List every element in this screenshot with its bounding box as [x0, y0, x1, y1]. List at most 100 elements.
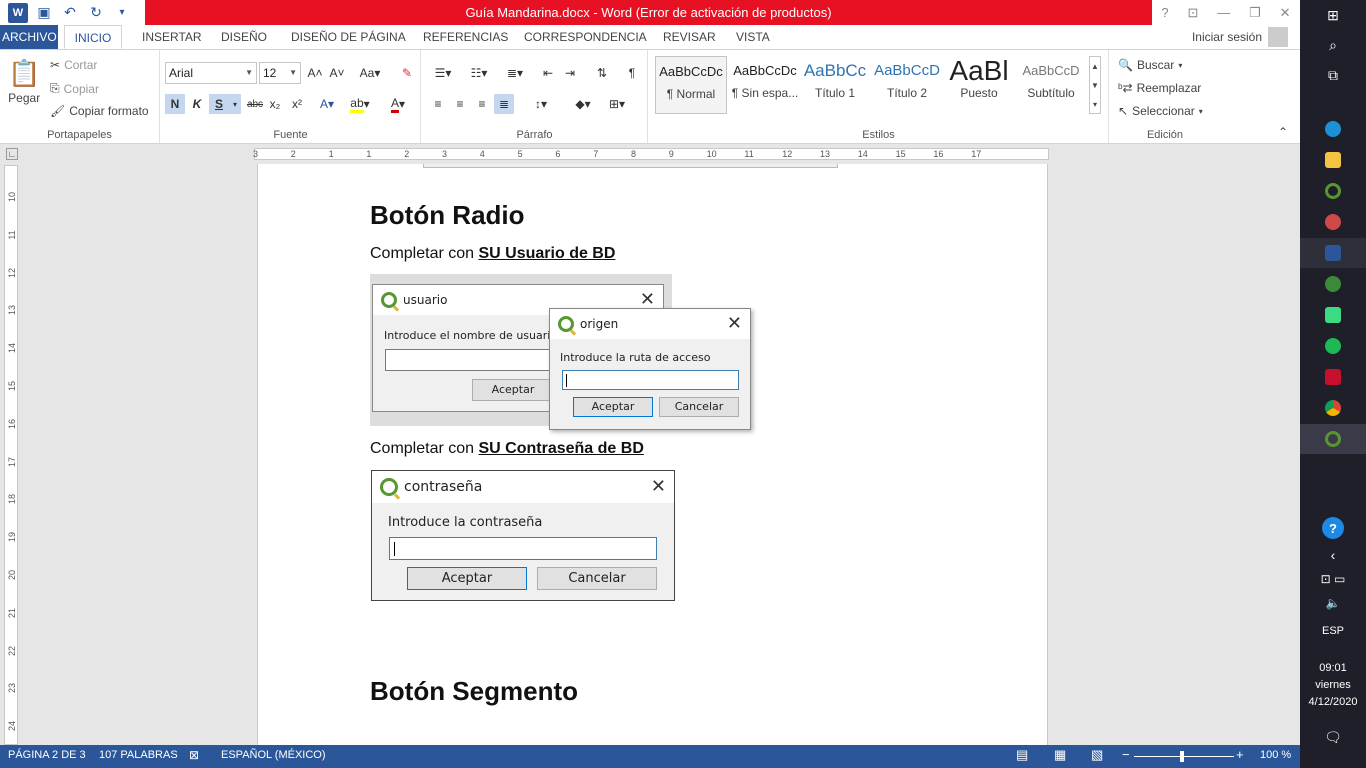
grow-font-icon[interactable]: A˄ [305, 63, 325, 83]
qgis-active-icon[interactable] [1300, 424, 1366, 454]
usuario-ok-button[interactable]: Aceptar [472, 379, 554, 401]
page-count[interactable]: PÁGINA 2 DE 3 [8, 749, 86, 761]
shading-icon[interactable]: ◆▾ [568, 94, 598, 114]
proofing-icon[interactable]: ⊠ [189, 748, 199, 762]
volume-icon[interactable]: 🔈 [1300, 588, 1366, 618]
clock[interactable]: 09:01 viernes 4/12/2020 [1300, 660, 1366, 711]
avatar[interactable] [1268, 27, 1288, 47]
read-mode-icon[interactable]: ▤ [1016, 747, 1028, 763]
help-icon[interactable]: ? [1161, 5, 1168, 20]
app-icon[interactable] [1300, 207, 1366, 237]
bug-app-icon[interactable] [1300, 269, 1366, 299]
input-language[interactable]: ESP [1300, 616, 1366, 646]
text-effects-icon[interactable]: A▾ [317, 94, 337, 114]
sign-in-link[interactable]: Iniciar sesión [1192, 25, 1262, 49]
copy-button[interactable]: ⎘ Copiar [50, 81, 99, 96]
borders-icon[interactable]: ⊞▾ [602, 94, 632, 114]
clear-format-icon[interactable]: ✎ [397, 63, 417, 83]
underline-button[interactable]: S [209, 94, 229, 114]
origen-close-icon[interactable]: ✕ [727, 313, 742, 334]
tab-archivo[interactable]: ARCHIVO [0, 25, 58, 49]
style-puesto[interactable]: AaBl Puesto [943, 56, 1015, 114]
format-painter-button[interactable]: 🖌 Copiar formato [50, 104, 149, 118]
tab-referencias[interactable]: REFERENCIAS [421, 25, 510, 49]
zoom-in-icon[interactable]: + [1236, 747, 1244, 762]
style-titulo-2[interactable]: AaBbCcD Título 2 [871, 56, 943, 114]
superscript-button[interactable]: x² [287, 94, 307, 114]
multilevel-list-icon[interactable]: ≣▾ [500, 63, 530, 83]
align-center-icon[interactable]: ≡ [450, 94, 470, 114]
notification-center-icon[interactable]: 🗨 [1300, 722, 1366, 752]
tab-inicio[interactable]: INICIO [64, 25, 122, 49]
tab-correspondencia[interactable]: CORRESPONDENCIA [522, 25, 649, 49]
numbering-icon[interactable]: ☷▾ [464, 63, 494, 83]
highlight-icon[interactable]: ab ▾ [345, 94, 375, 114]
zoom-out-icon[interactable]: − [1122, 747, 1130, 762]
search-icon[interactable]: ⌕ [1300, 30, 1366, 60]
line-spacing-icon[interactable]: ↕▾ [526, 94, 556, 114]
tab-diseno-pagina[interactable]: DISEÑO DE PÁGINA [289, 25, 408, 49]
zoom-level[interactable]: 100 % [1260, 749, 1291, 761]
contrasena-close-icon[interactable]: ✕ [651, 476, 666, 497]
print-layout-icon[interactable]: ▦ [1054, 747, 1066, 763]
style-subtitulo[interactable]: AaBbCcD Subtítulo [1015, 56, 1087, 114]
minimize-icon[interactable]: — [1217, 5, 1230, 20]
strikethrough-button[interactable]: abc [245, 94, 265, 114]
sort-icon[interactable]: ⇅ [592, 63, 612, 83]
redo-icon[interactable]: ↻ [86, 3, 106, 23]
security-app-icon[interactable] [1300, 362, 1366, 392]
style-normal[interactable]: AaBbCcDc ¶ Normal [655, 56, 727, 114]
align-left-icon[interactable]: ≡ [428, 94, 448, 114]
origen-cancel-button[interactable]: Cancelar [659, 397, 739, 417]
spotify-icon[interactable] [1300, 331, 1366, 361]
pilcrow-icon[interactable]: ¶ [622, 63, 642, 83]
font-family-select[interactable]: Arial ▼ [165, 62, 257, 84]
qgis-taskbar-icon[interactable] [1300, 176, 1366, 206]
tab-selector[interactable]: ∟ [6, 148, 18, 160]
style-titulo-1[interactable]: AaBbCc Título 1 [799, 56, 871, 114]
save-icon[interactable]: ▣ [34, 3, 54, 23]
font-size-select[interactable]: 12 ▼ [259, 62, 301, 84]
undo-icon[interactable]: ↶ [60, 3, 80, 23]
contrasena-ok-button[interactable]: Aceptar [407, 567, 527, 590]
customize-qat-icon[interactable]: ▾ [112, 3, 132, 23]
bold-button[interactable]: N [165, 94, 185, 114]
language-indicator[interactable]: ESPAÑOL (MÉXICO) [221, 749, 326, 761]
change-case-icon[interactable]: Aa▾ [355, 63, 385, 83]
paste-button[interactable]: 📋 Pegar [8, 58, 40, 105]
tab-vista[interactable]: VISTA [734, 25, 772, 49]
styles-scroll[interactable]: ▲ ▼ ▾ [1089, 56, 1101, 114]
edge-icon[interactable] [1300, 114, 1366, 144]
contrasena-cancel-button[interactable]: Cancelar [537, 567, 657, 590]
tab-insertar[interactable]: INSERTAR [140, 25, 204, 49]
word-taskbar-icon[interactable] [1300, 238, 1366, 268]
tab-diseno[interactable]: DISEÑO [219, 25, 269, 49]
italic-button[interactable]: K [187, 94, 207, 114]
underline-dropdown-icon[interactable]: ▾ [229, 94, 241, 114]
find-button[interactable]: 🔍 Buscar ▾ [1118, 58, 1182, 72]
file-explorer-icon[interactable] [1300, 145, 1366, 175]
horizontal-ruler[interactable]: 3 2 1 1 2 3 4 5 6 7 8 9 10 11 12 13 14 15 16 17 [253, 148, 1049, 160]
start-icon[interactable]: ⊞ [1300, 0, 1366, 30]
web-layout-icon[interactable]: ▧ [1091, 747, 1103, 763]
chrome-icon[interactable] [1300, 393, 1366, 423]
replace-button[interactable]: ᵇ⇄ Reemplazar [1118, 81, 1201, 95]
help-notification-icon[interactable]: ? [1300, 513, 1366, 543]
increase-indent-icon[interactable]: ⇥ [560, 63, 580, 83]
align-right-icon[interactable]: ≡ [472, 94, 492, 114]
cut-button[interactable]: ✂ Cortar [50, 58, 97, 72]
task-view-icon[interactable]: ⧉ [1300, 60, 1366, 90]
select-button[interactable]: ↖ Seleccionar ▾ [1118, 104, 1203, 118]
origen-ok-button[interactable]: Aceptar [573, 397, 653, 417]
tab-revisar[interactable]: REVISAR [661, 25, 718, 49]
zoom-thumb[interactable] [1180, 751, 1184, 762]
shrink-font-icon[interactable]: A˅ [327, 63, 347, 83]
usuario-close-icon[interactable]: ✕ [640, 289, 655, 310]
word-count[interactable]: 107 PALABRAS [99, 749, 178, 761]
bullets-icon[interactable]: ☰▾ [428, 63, 458, 83]
ribbon-display-icon[interactable]: ⊡ [1188, 5, 1199, 21]
zoom-slider[interactable] [1134, 756, 1234, 757]
origen-input[interactable] [562, 370, 739, 390]
justify-icon[interactable]: ≣ [494, 94, 514, 114]
subscript-button[interactable]: x₂ [265, 94, 285, 114]
